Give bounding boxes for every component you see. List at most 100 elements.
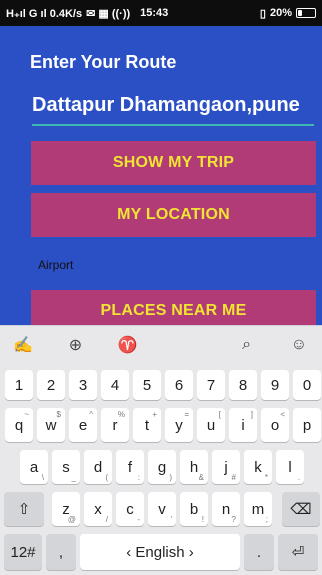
status-bar: H₊ıl G ıl 0.4K/s ✉ ▦ ((·)) 15:43 ▯ 20%	[0, 0, 322, 26]
key-l-alt-label: .	[297, 473, 300, 482]
key-q-label: q	[14, 416, 24, 434]
key-e[interactable]: e ^	[69, 408, 97, 442]
key-q-alt-label: ~	[24, 410, 29, 419]
key-w-alt-label: $	[56, 410, 61, 419]
signal-status: H₊ıl G ıl 0.4K/s	[6, 7, 83, 20]
gesture-icon[interactable]: ✍	[10, 332, 36, 358]
key-h[interactable]: h &	[180, 450, 208, 484]
emoji-icon[interactable]: ☺	[286, 332, 312, 358]
key-2[interactable]: 2	[37, 370, 65, 400]
key-7-label: 7	[206, 376, 216, 394]
key-k[interactable]: k *	[244, 450, 272, 484]
key-x[interactable]: x /	[84, 492, 112, 526]
key-x-alt-label: /	[105, 515, 108, 524]
key-r[interactable]: r%	[101, 408, 129, 442]
comma-key[interactable]: ,	[46, 534, 76, 570]
my-location-button[interactable]: MY LOCATION	[31, 193, 316, 237]
key-a-alt-label: \	[41, 473, 44, 482]
key-j[interactable]: j #	[212, 450, 240, 484]
key-4[interactable]: 4	[101, 370, 129, 400]
key-9-label: 9	[270, 376, 280, 394]
key-n-label: n	[221, 500, 231, 518]
globe-icon[interactable]: ⊕	[62, 332, 88, 358]
key-o-alt-label: <	[280, 410, 285, 419]
key-h-label: h	[189, 458, 199, 476]
key-w[interactable]: w $	[37, 408, 65, 442]
key-i-label: i	[241, 416, 245, 434]
key-u-alt-label: [	[218, 410, 221, 419]
notification-icons: ✉ ▦ ((·))	[86, 7, 131, 20]
key-z[interactable]: z @	[52, 492, 80, 526]
key-w-label: w	[45, 416, 57, 434]
key-3[interactable]: 3	[69, 370, 97, 400]
key-q[interactable]: q ~	[5, 408, 33, 442]
key-s-alt-label: _	[71, 473, 76, 482]
shift-key[interactable]: ⇧	[4, 492, 44, 526]
key-l[interactable]: l.	[276, 450, 304, 484]
route-input[interactable]	[32, 94, 314, 117]
numbers-key[interactable]: 12#	[4, 534, 42, 570]
key-i[interactable]: i]	[229, 408, 257, 442]
key-u-label: u	[206, 416, 216, 434]
key-t-label: t	[144, 416, 150, 434]
key-m[interactable]: m;	[244, 492, 272, 526]
shift-key-label: ⇧	[17, 501, 31, 518]
keyboard-toolbar: ✍ ⊕ ♈ ⌕ ☺	[0, 326, 322, 364]
key-a[interactable]: a \	[20, 450, 48, 484]
key-c-label: c	[126, 500, 134, 518]
key-5[interactable]: 5	[133, 370, 161, 400]
key-c[interactable]: c-	[116, 492, 144, 526]
key-6-label: 6	[174, 376, 184, 394]
places-near-me-button[interactable]: PLACES NEAR ME	[31, 290, 316, 326]
period-key[interactable]: .	[244, 534, 274, 570]
key-4-label: 4	[110, 376, 120, 394]
space-key-label: ‹ English ›	[126, 543, 194, 561]
battery-percent: 20%	[269, 7, 292, 19]
key-b-alt-label: !	[201, 515, 204, 524]
key-d[interactable]: d(	[84, 450, 112, 484]
numbers-key-label: 12#	[10, 543, 36, 561]
key-f-alt-label: :	[137, 473, 140, 482]
soft-keyboard: ✍ ⊕ ♈ ⌕ ☺ 1 2 3 4 5 6 7 8 9 0 q ~ w $ e ^ r% t + y = u[i] o < p a…	[0, 325, 322, 575]
backspace-key[interactable]: ⌫	[282, 492, 320, 526]
key-u[interactable]: u[	[197, 408, 225, 442]
key-1-label: 1	[14, 376, 24, 394]
enter-key[interactable]: ⏎	[278, 534, 318, 570]
app-screen: H₊ıl G ıl 0.4K/s ✉ ▦ ((·)) 15:43 ▯ 20% E…	[0, 0, 322, 575]
key-j-alt-label: #	[231, 473, 236, 482]
route-field[interactable]	[32, 94, 314, 126]
clock: 15:43	[140, 7, 169, 19]
key-s[interactable]: s _	[52, 450, 80, 484]
key-8[interactable]: 8	[229, 370, 257, 400]
key-v[interactable]: v '	[148, 492, 176, 526]
key-s-label: s	[62, 458, 70, 476]
key-o-label: o	[270, 416, 280, 434]
show-my-trip-button[interactable]: SHOW MY TRIP	[31, 141, 316, 185]
shirt-icon[interactable]: ♈	[115, 332, 141, 358]
key-t[interactable]: t +	[133, 408, 161, 442]
key-6[interactable]: 6	[165, 370, 193, 400]
vibrate-icon: ▯	[259, 7, 266, 20]
key-k-alt-label: *	[264, 473, 268, 482]
key-o[interactable]: o <	[261, 408, 289, 442]
key-g[interactable]: g)	[148, 450, 176, 484]
key-0[interactable]: 0	[293, 370, 321, 400]
key-g-alt-label: )	[169, 473, 172, 482]
key-f[interactable]: f:	[116, 450, 144, 484]
space-key[interactable]: ‹ English ›	[80, 534, 240, 570]
key-p[interactable]: p	[293, 408, 321, 442]
show-my-trip-label: SHOW MY TRIP	[112, 154, 235, 171]
key-9[interactable]: 9	[261, 370, 289, 400]
key-d-alt-label: (	[105, 473, 108, 482]
key-x-label: x	[94, 500, 102, 518]
key-n[interactable]: n?	[212, 492, 240, 526]
key-b-label: b	[189, 500, 199, 518]
key-l-label: l	[288, 458, 292, 476]
key-y[interactable]: y =	[165, 408, 193, 442]
page-title: Enter Your Route	[30, 52, 177, 72]
search-icon[interactable]: ⌕	[234, 332, 260, 358]
key-1[interactable]: 1	[5, 370, 33, 400]
key-b[interactable]: b!	[180, 492, 208, 526]
key-c-alt-label: -	[137, 515, 140, 524]
key-7[interactable]: 7	[197, 370, 225, 400]
